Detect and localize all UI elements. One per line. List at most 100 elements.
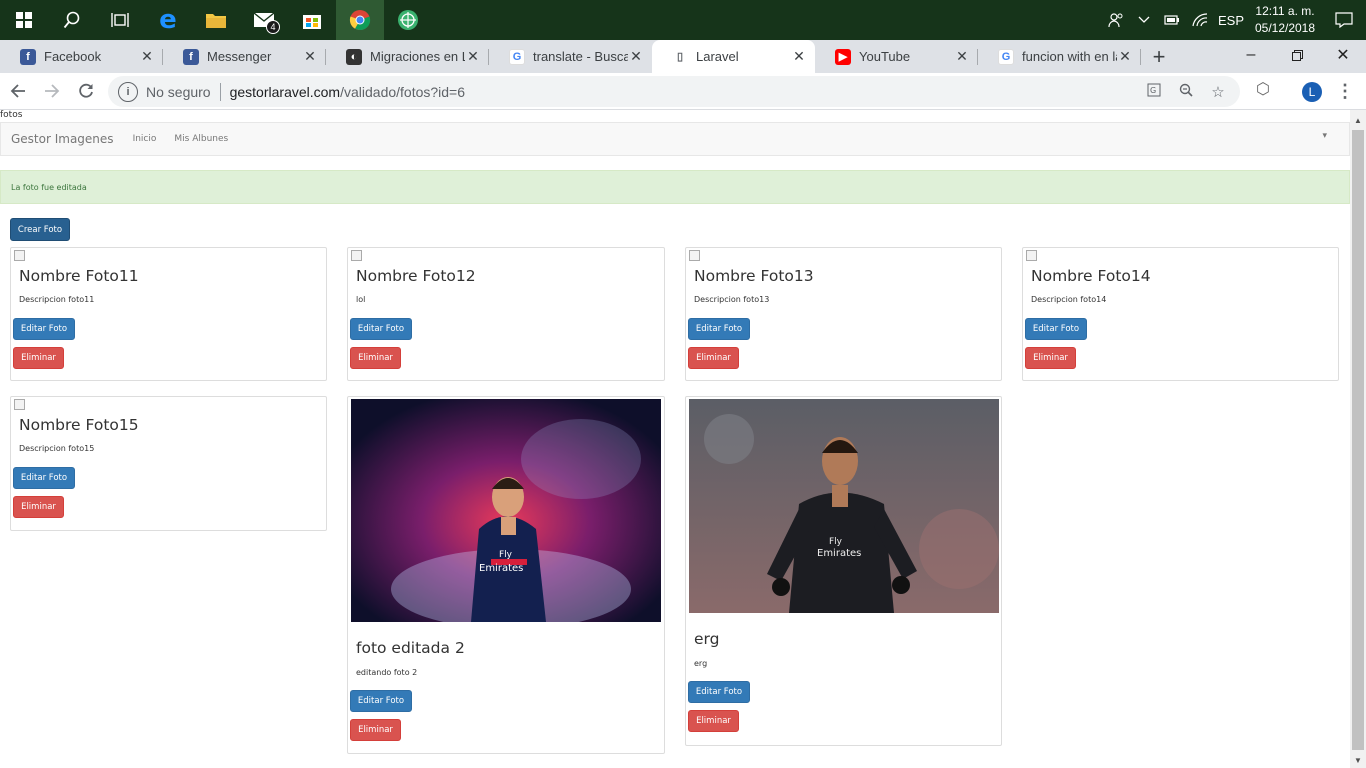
site-brand[interactable]: Gestor Imagenes bbox=[11, 132, 114, 146]
scroll-up-icon[interactable]: ▲ bbox=[1350, 112, 1366, 128]
page-label: fotos bbox=[0, 110, 23, 120]
back-arrow-icon[interactable] bbox=[2, 75, 34, 107]
tab-title: funcion with en lar bbox=[1022, 49, 1117, 64]
clock[interactable]: 12:11 a. m. 05/12/2018 bbox=[1248, 3, 1322, 37]
browser-tab[interactable]: ◐ Migraciones en La✕ bbox=[326, 40, 489, 73]
delete-photo-button[interactable]: Eliminar bbox=[688, 710, 739, 732]
browser-tab[interactable]: ▯ Laravel ✕ bbox=[652, 40, 815, 73]
svg-text:Emirates: Emirates bbox=[817, 548, 861, 559]
browser-tab[interactable]: f Messenger ✕ bbox=[163, 40, 326, 73]
edit-photo-button[interactable]: Editar Foto bbox=[350, 690, 412, 712]
bookmark-star-icon[interactable]: ☆ bbox=[1202, 83, 1234, 101]
tab-close-icon[interactable]: ✕ bbox=[1117, 48, 1133, 65]
extension-icon[interactable]: ⬡ bbox=[1256, 79, 1270, 99]
tab-close-icon[interactable]: ✕ bbox=[791, 48, 807, 65]
edit-photo-button[interactable]: Editar Foto bbox=[1025, 318, 1087, 340]
close-window-button[interactable]: ✕ bbox=[1320, 40, 1366, 70]
profile-avatar[interactable]: L bbox=[1302, 82, 1322, 102]
create-photo-button[interactable]: Crear Foto bbox=[10, 218, 70, 241]
battery-icon[interactable] bbox=[1158, 0, 1186, 40]
svg-text:Fly: Fly bbox=[499, 550, 513, 560]
tab-close-icon[interactable]: ✕ bbox=[465, 48, 481, 65]
reload-icon[interactable] bbox=[70, 75, 102, 107]
delete-photo-button[interactable]: Eliminar bbox=[13, 347, 64, 369]
delete-photo-button[interactable]: Eliminar bbox=[13, 496, 64, 518]
scroll-down-icon[interactable]: ▼ bbox=[1350, 752, 1366, 768]
broken-image-icon bbox=[351, 250, 362, 261]
tab-close-icon[interactable]: ✕ bbox=[302, 48, 318, 65]
search-icon[interactable] bbox=[48, 0, 96, 40]
browser-tab[interactable]: Gtranslate - Buscar c✕ bbox=[489, 40, 652, 73]
photo-title: Nombre Foto15 bbox=[19, 416, 139, 434]
photo-title: foto editada 2 bbox=[356, 639, 465, 657]
edit-photo-button[interactable]: Editar Foto bbox=[688, 318, 750, 340]
omnibox-divider bbox=[219, 82, 221, 101]
chevron-up-icon[interactable] bbox=[1130, 0, 1158, 40]
notification-icon[interactable] bbox=[1322, 0, 1366, 40]
minimize-button[interactable]: – bbox=[1228, 40, 1274, 70]
browser-tab[interactable]: ▶ YouTube ✕ bbox=[815, 40, 978, 73]
photo-card: Fly Emirates foto editada 2 editando foto… bbox=[347, 396, 665, 754]
tab-title: Laravel bbox=[696, 49, 739, 64]
edit-photo-button[interactable]: Editar Foto bbox=[350, 318, 412, 340]
new-tab-button[interactable]: + bbox=[1141, 40, 1177, 73]
clock-date: 05/12/2018 bbox=[1254, 21, 1316, 35]
restore-button[interactable] bbox=[1274, 40, 1320, 70]
success-alert: La foto fue editada bbox=[0, 170, 1350, 204]
photo-description: Descripcion foto14 bbox=[1031, 295, 1107, 304]
delete-photo-button[interactable]: Eliminar bbox=[688, 347, 739, 369]
translate-icon[interactable]: G bbox=[1138, 83, 1170, 101]
photo-title: Nombre Foto14 bbox=[1031, 267, 1151, 285]
url-path: /validado/fotos?id=6 bbox=[340, 83, 466, 100]
language-indicator[interactable]: ESP bbox=[1214, 0, 1248, 40]
wifi-icon[interactable] bbox=[1186, 0, 1214, 40]
browser-tab-strip: fFacebook✕fMessenger✕◐Migraciones en La✕… bbox=[0, 40, 1366, 73]
player-stadium-photo: Fly Emirates bbox=[689, 399, 999, 613]
tab-close-icon[interactable]: ✕ bbox=[954, 48, 970, 65]
zoom-icon[interactable] bbox=[1170, 83, 1202, 101]
photo-card: Nombre Foto13 Descripcion foto13 Editar Fo… bbox=[685, 247, 1002, 381]
dropdown-caret-icon[interactable]: ▾ bbox=[1322, 131, 1327, 141]
facebook-icon: f bbox=[20, 48, 36, 65]
youtube-icon: ▶ bbox=[835, 48, 851, 65]
edge-icon[interactable]: e bbox=[144, 0, 192, 40]
chrome-icon[interactable] bbox=[336, 0, 384, 40]
nav-link-mis-albunes[interactable]: Mis Albunes bbox=[174, 134, 228, 144]
chrome-menu-icon[interactable]: ⋮ bbox=[1336, 80, 1354, 102]
mail-icon[interactable]: 4 bbox=[240, 0, 288, 40]
app-icon[interactable] bbox=[384, 0, 432, 40]
svg-text:G: G bbox=[1150, 86, 1156, 95]
tab-title: YouTube bbox=[859, 49, 911, 64]
google-icon: G bbox=[998, 48, 1014, 65]
broken-image-icon bbox=[1026, 250, 1037, 261]
browser-tab[interactable]: f Facebook ✕ bbox=[0, 40, 163, 73]
edit-photo-button[interactable]: Editar Foto bbox=[13, 467, 75, 489]
delete-photo-button[interactable]: Eliminar bbox=[1025, 347, 1076, 369]
edit-photo-button[interactable]: Editar Foto bbox=[688, 681, 750, 703]
laravel-doc-icon: ◐ bbox=[346, 48, 362, 65]
task-view-icon[interactable] bbox=[96, 0, 144, 40]
nav-link-inicio[interactable]: Inicio bbox=[133, 134, 157, 144]
browser-tab[interactable]: Gfuncion with en lar ✕ bbox=[978, 40, 1141, 73]
address-bar[interactable]: i No seguro gestorlaravel.com /validado/… bbox=[108, 76, 1240, 107]
google-icon: G bbox=[509, 48, 525, 65]
tab-close-icon[interactable]: ✕ bbox=[139, 48, 155, 65]
file-explorer-icon[interactable] bbox=[192, 0, 240, 40]
omnibox-actions: G ☆ bbox=[1138, 76, 1234, 107]
photo-card: Nombre Foto11 Descripcion foto11 Editar Fo… bbox=[10, 247, 327, 381]
windows-start-icon[interactable] bbox=[0, 0, 48, 40]
edit-photo-button[interactable]: Editar Foto bbox=[13, 318, 75, 340]
delete-photo-button[interactable]: Eliminar bbox=[350, 719, 401, 741]
tab-title: Messenger bbox=[207, 49, 272, 64]
info-icon[interactable]: i bbox=[118, 81, 138, 102]
tab-close-icon[interactable]: ✕ bbox=[628, 48, 644, 65]
delete-photo-button[interactable]: Eliminar bbox=[350, 347, 401, 369]
photo-description: erg bbox=[694, 659, 708, 668]
photo-description: lol bbox=[356, 295, 366, 304]
player-nebula-photo: Fly Emirates bbox=[351, 399, 661, 622]
photo-card: Nombre Foto14 Descripcion foto14 Editar Fo… bbox=[1022, 247, 1339, 381]
people-icon[interactable] bbox=[1102, 0, 1130, 40]
scrollbar-thumb[interactable] bbox=[1352, 130, 1364, 750]
forward-arrow-icon[interactable] bbox=[36, 75, 68, 107]
store-icon[interactable] bbox=[288, 0, 336, 40]
